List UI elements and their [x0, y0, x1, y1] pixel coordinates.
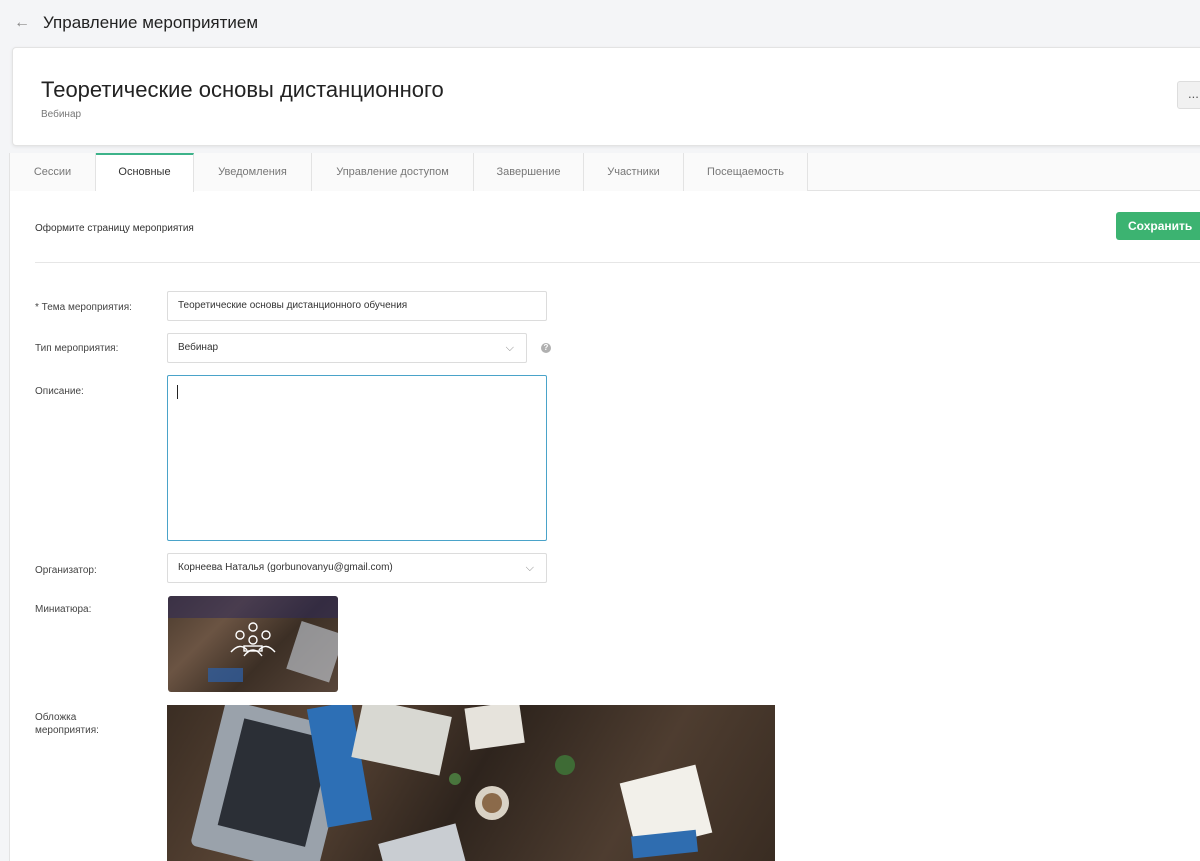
- divider: [35, 262, 1200, 263]
- description-textarea[interactable]: [167, 375, 547, 541]
- event-type: Вебинар: [41, 109, 82, 120]
- main-content: Сессии Основные Уведомления Управление д…: [9, 153, 1200, 861]
- chevron-down-icon: ⌵: [525, 562, 534, 574]
- save-button[interactable]: Сохранить: [1116, 212, 1200, 240]
- meeting-people-icon: [230, 622, 276, 657]
- cover-art: [191, 705, 713, 861]
- thumbnail-image[interactable]: [168, 596, 338, 692]
- topic-input[interactable]: Теоретические основы дистанционного обуч…: [167, 291, 547, 321]
- page-title: Управление мероприятием: [43, 13, 259, 32]
- description-label: Описание:: [35, 386, 84, 397]
- tab-participants[interactable]: Участники: [584, 153, 684, 191]
- type-select[interactable]: Вебинар ⌵: [167, 333, 527, 363]
- thumbnail-art: [168, 596, 338, 683]
- tab-notifications[interactable]: Уведомления: [194, 153, 312, 191]
- type-value: Вебинар: [178, 342, 219, 353]
- organizer-label: Организатор:: [35, 565, 97, 576]
- event-header-card: Теоретические основы дистанционного Веби…: [12, 47, 1200, 146]
- cover-image[interactable]: [167, 705, 775, 861]
- tab-basic[interactable]: Основные: [96, 153, 194, 192]
- tab-access-control[interactable]: Управление доступом: [312, 153, 474, 191]
- arrow-left-icon[interactable]: ←: [14, 14, 30, 32]
- text-cursor: [177, 385, 178, 399]
- organizer-value: Корнеева Наталья (gorbunovanyu@gmail.com…: [178, 562, 393, 573]
- organizer-select[interactable]: Корнеева Наталья (gorbunovanyu@gmail.com…: [167, 553, 547, 583]
- tab-completion[interactable]: Завершение: [474, 153, 584, 191]
- tab-attendance[interactable]: Посещаемость: [684, 153, 808, 191]
- tab-sessions[interactable]: Сессии: [10, 153, 96, 191]
- top-bar: ← Управление мероприятием: [0, 0, 1200, 48]
- type-label: Тип мероприятия:: [35, 343, 119, 354]
- chevron-down-icon: ⌵: [505, 342, 514, 354]
- help-icon[interactable]: ?: [541, 343, 551, 353]
- topic-value: Теоретические основы дистанционного обуч…: [178, 300, 408, 311]
- tab-bar: Сессии Основные Уведомления Управление д…: [10, 153, 1200, 192]
- topic-label: * Тема мероприятия:: [35, 302, 132, 313]
- more-button[interactable]: ...: [1177, 81, 1200, 109]
- thumbnail-label: Миниатюра:: [35, 604, 92, 615]
- section-title: Оформите страницу мероприятия: [35, 223, 194, 234]
- cover-label: Обложка мероприятия:: [35, 712, 99, 736]
- event-title: Теоретические основы дистанционного: [41, 77, 444, 102]
